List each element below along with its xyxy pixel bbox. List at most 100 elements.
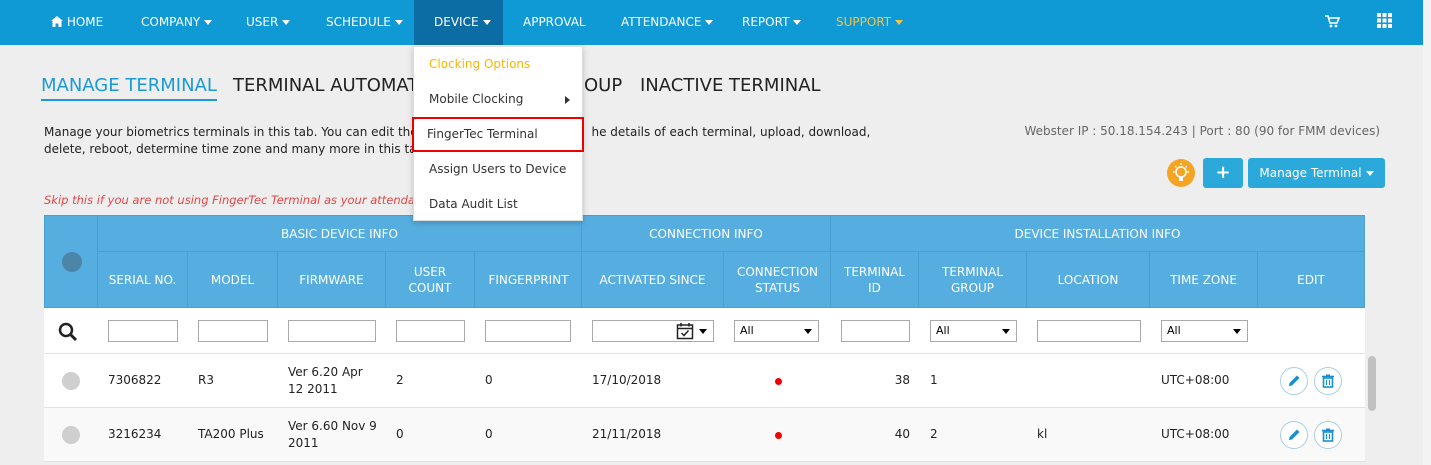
filter-fingerprint-input[interactable] — [485, 320, 571, 342]
edit-button[interactable] — [1280, 421, 1308, 449]
filter-timezone-select[interactable]: All — [1161, 320, 1248, 342]
filter-timezone-value: All — [1167, 324, 1181, 337]
nav-home-label: HOME — [66, 15, 104, 29]
cell-user-count: 0 — [396, 427, 404, 441]
table-scrollbar[interactable] — [1368, 356, 1376, 411]
group-device-installation-info: DEVICE INSTALLATION INFO — [830, 215, 1365, 252]
cell-serial: 7306822 — [108, 373, 162, 387]
menu-item-clocking-options[interactable]: Clocking Options — [414, 47, 584, 82]
cell-model: R3 — [198, 373, 214, 387]
edit-button[interactable] — [1280, 367, 1308, 395]
caret-down-icon — [1002, 329, 1010, 334]
col-fingerprint[interactable]: FINGERPRINT — [474, 252, 582, 308]
tab-terminal-group[interactable]: OUP — [584, 75, 622, 96]
nav-user[interactable]: USER — [246, 0, 291, 45]
warning-text: Skip this if you are not using FingerTec… — [44, 193, 415, 207]
cart-button[interactable] — [1325, 0, 1341, 45]
cell-activated: 21/11/2018 — [592, 427, 662, 441]
filter-terminal-id-input[interactable] — [841, 320, 910, 342]
nav-schedule[interactable]: SCHEDULE — [326, 0, 403, 45]
filter-user-count-input[interactable] — [396, 320, 465, 342]
menu-item-data-audit-list[interactable]: Data Audit List — [414, 187, 584, 222]
caret-down-icon — [394, 20, 403, 25]
home-icon — [51, 16, 63, 27]
col-terminal-group[interactable]: TERMINAL GROUP — [918, 252, 1026, 308]
cart-icon — [1325, 15, 1341, 28]
col-connection-status[interactable]: CONNECTION STATUS — [723, 252, 831, 308]
nav-approval[interactable]: APPROVAL — [523, 0, 586, 45]
cell-fingerprint: 0 — [485, 373, 493, 387]
manage-terminal-button[interactable]: Manage Terminal — [1248, 158, 1385, 188]
status-dot — [775, 432, 782, 439]
delete-button[interactable] — [1314, 421, 1342, 449]
filter-status-select[interactable]: All — [734, 320, 819, 342]
cell-timezone: UTC+08:00 — [1161, 373, 1230, 387]
nav-company[interactable]: COMPANY — [141, 0, 213, 45]
nav-approval-label: APPROVAL — [523, 15, 586, 29]
filter-group-value: All — [936, 324, 950, 337]
cell-terminal-id: 38 — [894, 373, 910, 387]
col-terminal-id[interactable]: TERMINAL ID — [830, 252, 918, 308]
nav-device[interactable]: DEVICE — [414, 0, 503, 45]
tab-terminal-automation[interactable]: TERMINAL AUTOMATI — [233, 75, 424, 96]
select-all-checkbox[interactable] — [44, 215, 98, 308]
cell-activated: 17/10/2018 — [592, 373, 662, 387]
cell-firmware: Ver 6.20 Apr 12 2011 — [288, 365, 363, 396]
filter-group-select[interactable]: All — [930, 320, 1017, 342]
menu-item-mobile-clocking[interactable]: Mobile Clocking — [414, 82, 584, 117]
col-edit: EDIT — [1257, 252, 1365, 308]
page-scrollbar[interactable] — [1423, 0, 1431, 465]
caret-down-icon — [1233, 329, 1241, 334]
pencil-icon — [1289, 429, 1300, 440]
nav-support-label: SUPPORT — [836, 15, 892, 29]
menu-item-mobile-clocking-label: Mobile Clocking — [429, 92, 524, 106]
tab-inactive-terminal[interactable]: INACTIVE TERMINAL — [640, 75, 821, 96]
nav-report-label: REPORT — [742, 15, 790, 29]
row-checkbox[interactable] — [62, 372, 80, 390]
webster-info: Webster IP : 50.18.154.243 | Port : 80 (… — [1024, 124, 1380, 138]
filter-firmware-input[interactable] — [288, 320, 376, 342]
filter-activated-input[interactable] — [592, 320, 714, 342]
col-activated-since[interactable]: ACTIVATED SINCE — [581, 252, 723, 308]
cell-group: 1 — [930, 373, 938, 387]
tips-button[interactable] — [1167, 159, 1195, 187]
search-icon — [58, 322, 78, 342]
filter-serial-input[interactable] — [108, 320, 178, 342]
calendar-icon[interactable] — [676, 322, 694, 340]
filter-status-value: All — [740, 324, 754, 337]
col-location[interactable]: LOCATION — [1026, 252, 1149, 308]
nav-attendance-label: ATTENDANCE — [621, 15, 702, 29]
cell-firmware: Ver 6.60 Nov 9 2011 — [288, 419, 377, 450]
device-dropdown-menu: Clocking Options Mobile Clocking FingerT… — [412, 46, 584, 222]
grid-icon — [1377, 13, 1392, 28]
add-terminal-button[interactable]: + — [1203, 158, 1243, 188]
row-checkbox[interactable] — [62, 426, 80, 444]
col-time-zone[interactable]: TIME ZONE — [1149, 252, 1257, 308]
nav-device-label: DEVICE — [434, 15, 479, 29]
col-firmware[interactable]: FIRMWARE — [277, 252, 385, 308]
caret-down-icon — [282, 20, 291, 25]
nav-report[interactable]: REPORT — [742, 0, 802, 45]
delete-button[interactable] — [1314, 367, 1342, 395]
menu-item-fingertec-terminal[interactable]: FingerTec Terminal — [412, 117, 584, 152]
cell-timezone: UTC+08:00 — [1161, 427, 1230, 441]
trash-icon — [1322, 374, 1334, 388]
nav-attendance[interactable]: ATTENDANCE — [621, 0, 714, 45]
menu-item-assign-users[interactable]: Assign Users to Device — [414, 152, 584, 187]
tab-manage-terminal[interactable]: MANAGE TERMINAL — [41, 75, 217, 101]
caret-down-icon — [699, 329, 707, 334]
nav-home[interactable]: HOME — [51, 0, 103, 45]
col-user-count[interactable]: USER COUNT — [385, 252, 474, 308]
caret-right-icon — [565, 96, 570, 104]
apps-grid-button[interactable] — [1377, 0, 1392, 45]
col-model[interactable]: MODEL — [187, 252, 277, 308]
col-serial-no[interactable]: SERIAL NO. — [97, 252, 187, 308]
filter-location-input[interactable] — [1037, 320, 1141, 342]
check-icon — [62, 252, 82, 272]
nav-user-label: USER — [246, 15, 279, 29]
cell-terminal-id: 40 — [894, 427, 910, 441]
caret-down-icon — [793, 20, 802, 25]
nav-support[interactable]: SUPPORT — [836, 0, 904, 45]
nav-company-label: COMPANY — [141, 15, 201, 29]
filter-model-input[interactable] — [198, 320, 268, 342]
